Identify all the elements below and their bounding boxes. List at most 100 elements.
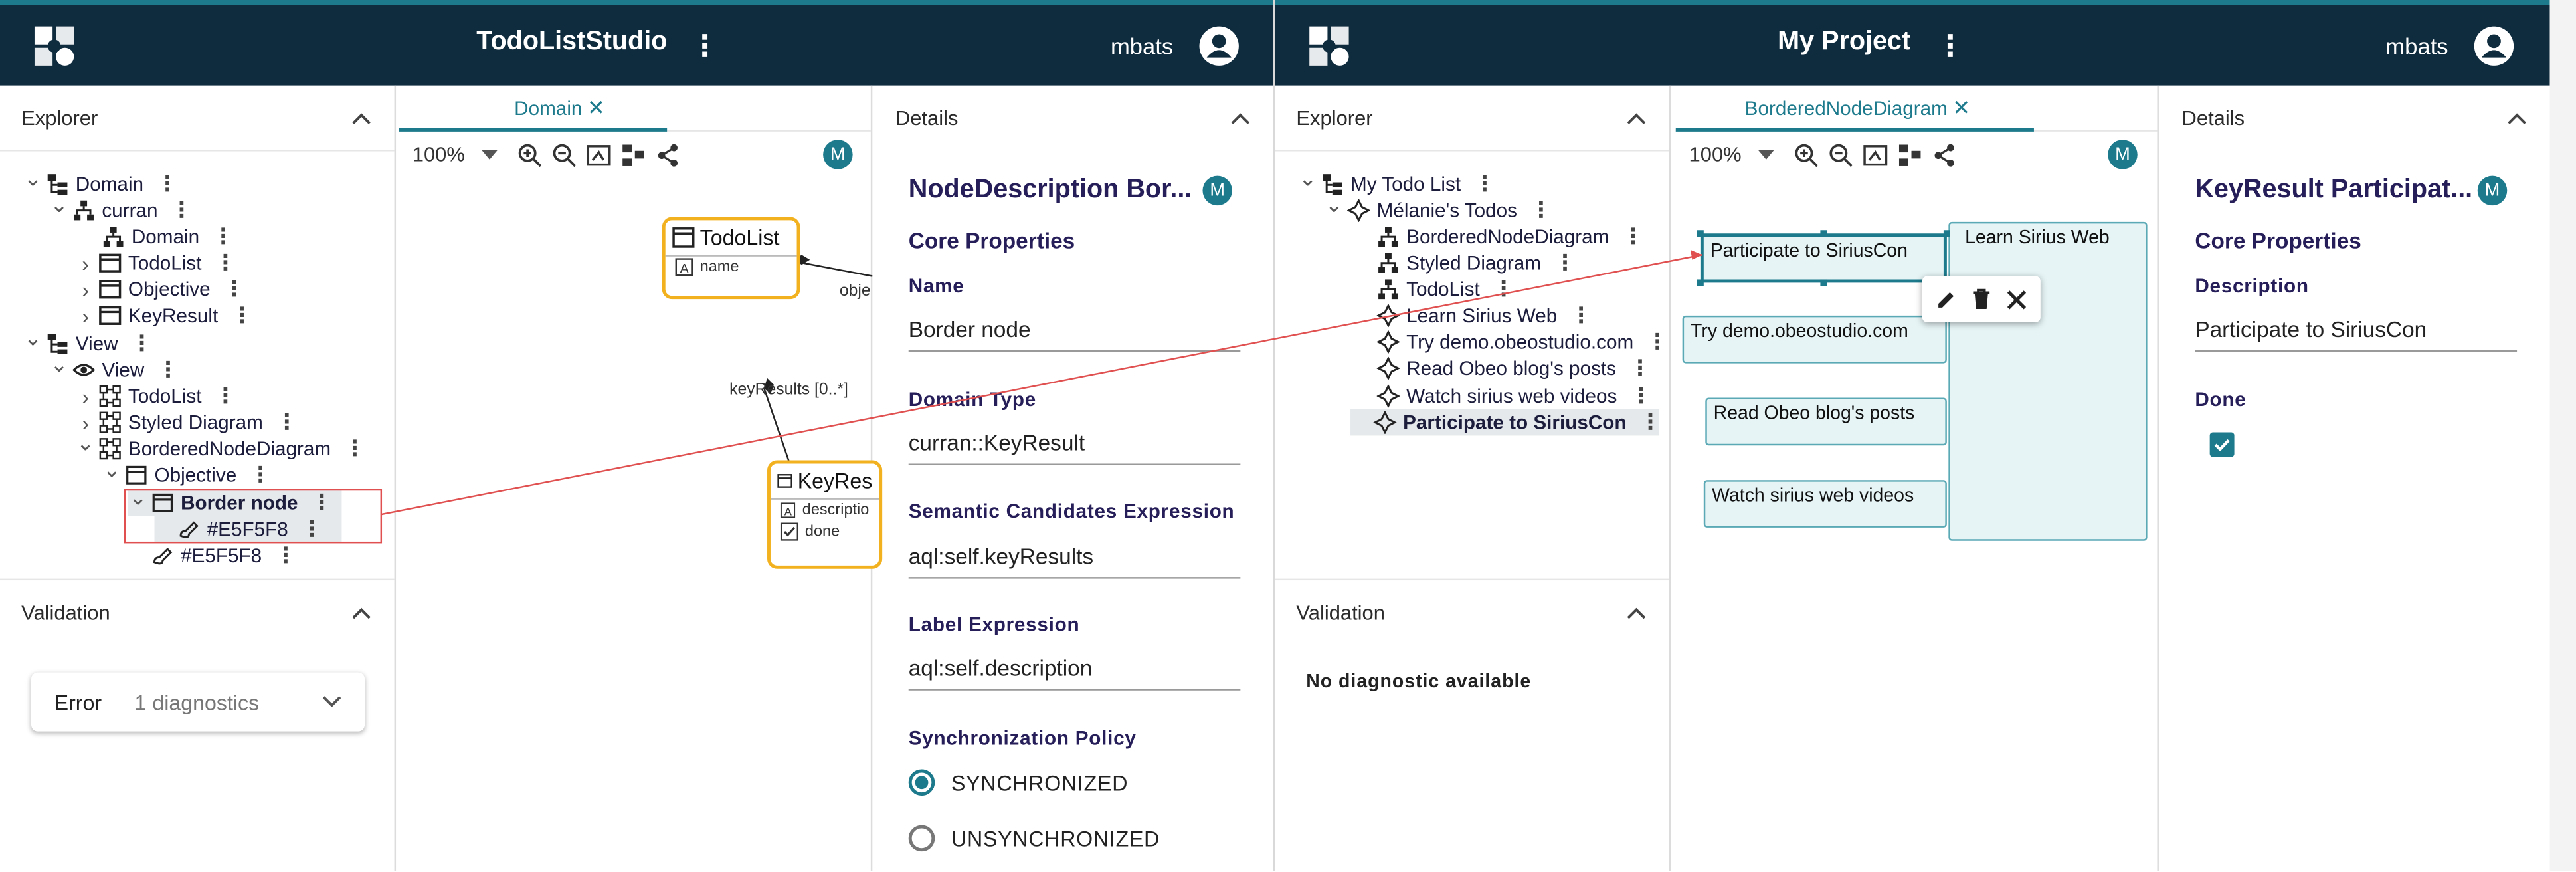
tree-item[interactable]: ⌄ View ⋮ bbox=[49, 352, 179, 383]
radio-checked-icon[interactable] bbox=[908, 769, 935, 796]
label-expression-field[interactable]: aql:self.description bbox=[908, 656, 1241, 691]
close-icon[interactable] bbox=[2006, 288, 2027, 310]
zoom-out-icon[interactable] bbox=[552, 142, 577, 167]
tree-item[interactable]: ⌄ Mélanie's Todos ⋮ bbox=[1324, 192, 1552, 224]
semantic-candidates-field[interactable]: aql:self.keyResults bbox=[908, 544, 1241, 579]
share-icon[interactable] bbox=[1932, 142, 1957, 167]
radio-synchronized[interactable]: SYNCHRONIZED bbox=[908, 769, 1128, 796]
more-actions-icon[interactable]: ⋮ bbox=[1622, 223, 1643, 250]
more-actions-icon[interactable]: ⋮ bbox=[215, 383, 236, 409]
edit-icon[interactable] bbox=[1936, 288, 1957, 310]
tab-borderednodediagram[interactable]: BorderedNodeDiagram ✕ bbox=[1745, 95, 1971, 122]
tree-item[interactable]: BorderedNodeDiagram ⋮ bbox=[1354, 223, 1643, 250]
more-actions-icon[interactable]: ⋮ bbox=[276, 409, 298, 436]
tree-item[interactable]: Styled Diagram ⋮ bbox=[1354, 250, 1576, 276]
project-menu-icon[interactable]: ⋮ bbox=[1936, 31, 1966, 61]
tree-item[interactable]: ⌄ View ⋮ bbox=[23, 326, 153, 357]
more-actions-icon[interactable]: ⋮ bbox=[157, 357, 179, 383]
more-actions-icon[interactable]: ⋮ bbox=[1474, 171, 1495, 197]
tree-item[interactable]: › TodoList ⋮ bbox=[76, 250, 236, 276]
watch-sirius-videos-node[interactable]: Watch sirius web videos bbox=[1703, 480, 1947, 528]
tree-item[interactable]: Domain ⋮ bbox=[79, 223, 234, 250]
more-actions-icon[interactable]: ⋮ bbox=[231, 302, 252, 329]
collapse-chevron-icon[interactable] bbox=[2507, 112, 2527, 125]
more-actions-icon[interactable]: ⋮ bbox=[215, 250, 236, 276]
tree-item[interactable]: › TodoList ⋮ bbox=[76, 383, 236, 409]
share-icon[interactable] bbox=[656, 142, 680, 167]
zoom-out-icon[interactable] bbox=[1829, 142, 1853, 167]
collapse-chevron-icon[interactable] bbox=[351, 111, 371, 124]
tree-item[interactable]: Watch sirius web videos ⋮ bbox=[1354, 383, 1651, 409]
zoom-dropdown-icon[interactable] bbox=[1758, 150, 1775, 160]
more-actions-icon[interactable]: ⋮ bbox=[171, 197, 192, 224]
more-actions-icon[interactable]: ⋮ bbox=[157, 171, 178, 197]
read-obeo-blog-node[interactable]: Read Obeo blog's posts bbox=[1705, 397, 1947, 446]
project-menu-icon[interactable]: ⋮ bbox=[690, 31, 720, 61]
collapse-chevron-icon[interactable] bbox=[1231, 112, 1251, 125]
tree-item[interactable]: Participate to SiriusCon ⋮ bbox=[1350, 409, 1661, 436]
collapse-chevron-icon[interactable] bbox=[1627, 607, 1647, 620]
zoom-in-icon[interactable] bbox=[517, 142, 542, 167]
keyresult-node[interactable]: KeyRes A descriptio done bbox=[767, 460, 883, 569]
collapsed-chevron-icon[interactable]: › bbox=[76, 303, 96, 328]
fit-to-screen-icon[interactable] bbox=[587, 142, 611, 167]
tree-item[interactable]: ⌄ Objective ⋮ bbox=[102, 457, 271, 489]
more-actions-icon[interactable]: ⋮ bbox=[311, 490, 332, 516]
collapsed-chevron-icon[interactable]: › bbox=[76, 384, 96, 409]
expand-chevron-icon[interactable]: ⌄ bbox=[23, 326, 43, 352]
learn-sirius-web-node[interactable]: Learn Sirius Web bbox=[1948, 221, 2148, 541]
tab-domain[interactable]: Domain ✕ bbox=[514, 95, 605, 122]
arrange-all-icon[interactable] bbox=[621, 142, 646, 167]
more-actions-icon[interactable]: ⋮ bbox=[275, 542, 296, 569]
sirius-logo-icon[interactable] bbox=[30, 21, 79, 70]
close-icon[interactable]: ✕ bbox=[587, 95, 605, 122]
expand-chevron-icon[interactable]: ⌄ bbox=[128, 485, 148, 512]
tree-item[interactable]: › Objective ⋮ bbox=[76, 276, 244, 303]
delete-icon[interactable] bbox=[1972, 288, 1991, 311]
more-actions-icon[interactable]: ⋮ bbox=[250, 462, 271, 489]
more-actions-icon[interactable]: ⋮ bbox=[1530, 197, 1552, 224]
description-field[interactable]: Participate to SiriusCon bbox=[2195, 317, 2518, 352]
expand-chevron-icon[interactable]: ⌄ bbox=[76, 431, 96, 457]
expand-chevron-icon[interactable]: ⌄ bbox=[102, 457, 122, 484]
collapsed-chevron-icon[interactable]: › bbox=[76, 251, 96, 275]
arrange-all-icon[interactable] bbox=[1898, 142, 1922, 167]
close-icon[interactable]: ✕ bbox=[1952, 95, 1970, 122]
tree-item[interactable]: Read Obeo blog's posts ⋮ bbox=[1354, 355, 1651, 382]
user-avatar-icon[interactable] bbox=[1198, 25, 1240, 67]
todolist-node[interactable]: TodoList A name bbox=[662, 217, 800, 300]
tree-item[interactable]: Learn Sirius Web ⋮ bbox=[1354, 302, 1592, 329]
tree-item[interactable]: › Styled Diagram ⋮ bbox=[76, 409, 298, 436]
tree-item[interactable]: › KeyResult ⋮ bbox=[76, 302, 252, 329]
tree-item[interactable]: #E5F5F8 ⋮ bbox=[154, 516, 342, 543]
tree-item[interactable]: ⌄ Border node ⋮ bbox=[128, 485, 342, 516]
selection-handles[interactable] bbox=[1695, 229, 1952, 288]
more-actions-icon[interactable]: ⋮ bbox=[1570, 302, 1592, 329]
try-demo-node[interactable]: Try demo.obeostudio.com bbox=[1682, 315, 1947, 364]
fit-to-screen-icon[interactable] bbox=[1863, 142, 1888, 167]
expand-chevron-icon[interactable]: ⌄ bbox=[49, 192, 69, 219]
collapse-chevron-icon[interactable] bbox=[351, 607, 371, 620]
more-actions-icon[interactable]: ⋮ bbox=[1647, 329, 1668, 356]
collapsed-chevron-icon[interactable]: › bbox=[76, 277, 96, 302]
more-actions-icon[interactable]: ⋮ bbox=[1630, 383, 1651, 409]
radio-unchecked-icon[interactable] bbox=[908, 825, 935, 852]
more-actions-icon[interactable]: ⋮ bbox=[213, 223, 234, 250]
done-checkbox[interactable] bbox=[2209, 432, 2235, 457]
tree-item[interactable]: ⌄ curran ⋮ bbox=[49, 192, 193, 224]
more-actions-icon[interactable]: ⋮ bbox=[223, 276, 244, 303]
more-actions-icon[interactable]: ⋮ bbox=[1629, 355, 1651, 382]
tree-item[interactable]: TodoList ⋮ bbox=[1354, 276, 1515, 303]
tree-item[interactable]: Try demo.obeostudio.com ⋮ bbox=[1354, 329, 1668, 356]
more-actions-icon[interactable]: ⋮ bbox=[344, 435, 365, 462]
diagnostics-dropdown[interactable]: Error 1 diagnostics bbox=[31, 673, 365, 732]
domain-type-field[interactable]: curran::KeyResult bbox=[908, 431, 1241, 465]
zoom-dropdown-icon[interactable] bbox=[481, 150, 498, 160]
more-actions-icon[interactable]: ⋮ bbox=[1554, 250, 1576, 276]
expand-chevron-icon[interactable]: ⌄ bbox=[1324, 192, 1344, 219]
expand-chevron-icon[interactable]: ⌄ bbox=[23, 166, 43, 193]
collapse-chevron-icon[interactable] bbox=[1627, 111, 1647, 124]
expand-chevron-icon[interactable]: ⌄ bbox=[49, 352, 69, 378]
radio-unsynchronized[interactable]: UNSYNCHRONIZED bbox=[908, 825, 1160, 852]
tree-item[interactable]: ⌄ Domain ⋮ bbox=[23, 166, 178, 197]
